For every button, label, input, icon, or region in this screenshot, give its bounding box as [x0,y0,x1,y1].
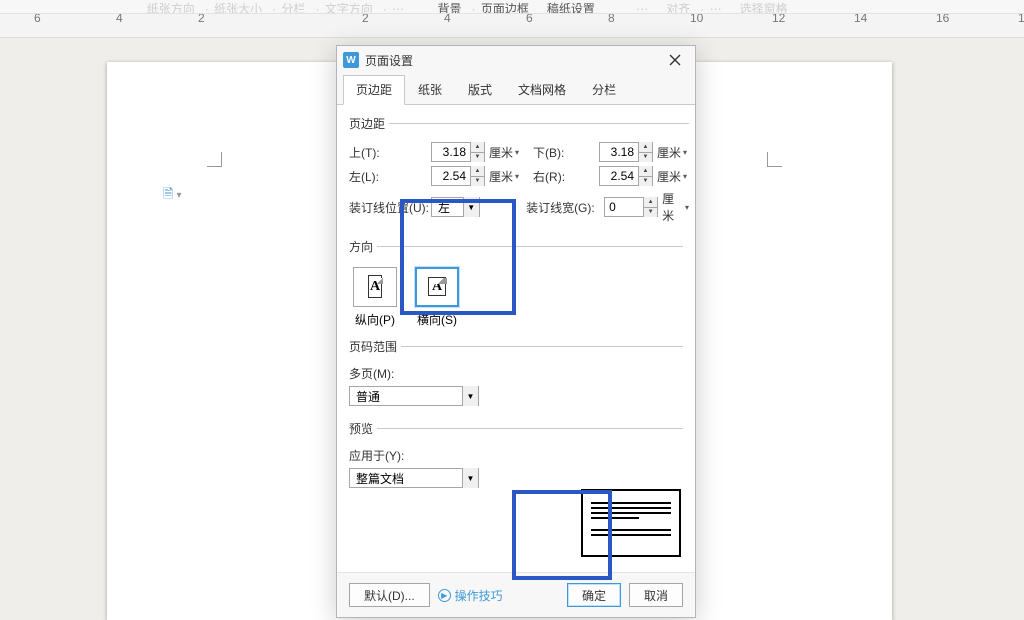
ribbon-item[interactable]: 背景 [437,2,461,14]
tab-layout[interactable]: 版式 [455,75,505,105]
unit-select[interactable]: 厘米▾ [662,190,689,224]
top-label: 上(T): [349,144,431,161]
bottom-input[interactable] [600,143,638,161]
dialog-title: 页面设置 [365,52,659,69]
ribbon-item[interactable]: 选择窗格 [740,2,788,14]
gutter-width-spin[interactable]: ▲▼ [604,197,658,217]
bottom-label: 下(B): [533,144,599,161]
margins-group: 页边距 上(T): ▲▼ 厘米▾ 下(B): ▲▼ 厘米▾ 左(L): ▲▼ 厘… [349,115,689,236]
chevron-down-icon: ▼ [463,197,479,217]
group-title: 方向 [349,238,377,255]
ribbon-item[interactable]: 稿纸设置 [547,2,595,14]
right-input[interactable] [600,167,638,185]
default-button[interactable]: 默认(D)... [349,583,430,607]
left-spin[interactable]: ▲▼ [431,166,485,186]
right-label: 右(R): [533,168,599,185]
spin-down-icon[interactable]: ▼ [644,208,657,218]
ribbon-item[interactable]: 分栏 [281,2,305,14]
group-title: 预览 [349,420,377,437]
bottom-spin[interactable]: ▲▼ [599,142,653,162]
right-spin[interactable]: ▲▼ [599,166,653,186]
spin-up-icon[interactable]: ▲ [639,166,652,177]
spin-down-icon[interactable]: ▼ [471,177,484,187]
cancel-button[interactable]: 取消 [629,583,683,607]
ok-button[interactable]: 确定 [567,583,621,607]
group-title: 页码范围 [349,338,401,355]
top-spin[interactable]: ▲▼ [431,142,485,162]
dialog-titlebar[interactable]: W 页面设置 [337,46,695,74]
dialog-tabs: 页边距 纸张 版式 文档网格 分栏 [337,74,695,105]
orientation-group: 方向 A 纵向(P) A 横向(S) [349,238,683,336]
page-setup-dialog: W 页面设置 页边距 纸张 版式 文档网格 分栏 页边距 上(T): ▲▼ 厘米… [336,45,696,618]
preview-thumbnail [581,489,681,557]
spin-up-icon[interactable]: ▲ [639,142,652,153]
horizontal-ruler: 6422468101214161820222426283032343638404… [0,14,1024,38]
play-icon: ▶ [438,589,451,602]
app-icon: W [343,52,359,68]
tab-columns[interactable]: 分栏 [579,75,629,105]
multipage-label: 多页(M): [349,365,431,382]
spin-up-icon[interactable]: ▲ [471,166,484,177]
tips-link[interactable]: ▶操作技巧 [438,587,503,604]
gutter-width-input[interactable] [605,198,643,216]
orientation-landscape[interactable]: A 横向(S) [415,267,459,328]
chevron-down-icon: ▼ [462,468,478,488]
unit-select[interactable]: 厘米▾ [657,168,687,185]
margin-corner-icon [207,152,222,167]
ribbon-item[interactable]: 纸张方向 [147,2,195,14]
left-input[interactable] [432,167,470,185]
spin-down-icon[interactable]: ▼ [639,153,652,163]
margin-corner-icon [767,152,782,167]
top-input[interactable] [432,143,470,161]
ribbon-item[interactable]: 纸张大小 [214,2,262,14]
group-title: 页边距 [349,115,389,132]
spin-up-icon[interactable]: ▲ [471,142,484,153]
ribbon-item[interactable]: 文字方向 [325,2,373,14]
ribbon-item[interactable]: 对齐 [666,2,690,14]
ribbon-item[interactable]: 页面边框 [481,2,529,14]
close-button[interactable] [659,48,691,72]
left-label: 左(L): [349,168,431,185]
chevron-down-icon: ▼ [462,386,478,406]
tab-grid[interactable]: 文档网格 [505,75,579,105]
gutter-width-label: 装订线宽(G): [526,199,604,216]
gutter-pos-label: 装订线位置(U): [349,199,431,216]
page-range-group: 页码范围 多页(M): 普通▼ [349,338,683,418]
apply-to-label: 应用于(Y): [349,447,431,464]
tab-margins[interactable]: 页边距 [343,75,405,105]
spin-up-icon[interactable]: ▲ [644,197,657,208]
ribbon-fragment: 纸张方向· 纸张大小· 分栏· 文字方向· ⋯ 背景· 页面边框 稿纸设置 ⋯ … [0,0,1024,14]
unit-select[interactable]: 厘米▾ [489,168,519,185]
page-indicator-icon[interactable]: 🗎▾ [163,185,181,207]
gutter-pos-select[interactable]: 左▼ [431,197,480,217]
unit-select[interactable]: 厘米▾ [489,144,519,161]
dialog-footer: 默认(D)... ▶操作技巧 确定 取消 [337,572,695,617]
multipage-select[interactable]: 普通▼ [349,386,479,406]
orientation-portrait[interactable]: A 纵向(P) [353,267,397,328]
tab-paper[interactable]: 纸张 [405,75,455,105]
spin-down-icon[interactable]: ▼ [639,177,652,187]
apply-to-select[interactable]: 整篇文档▼ [349,468,479,488]
unit-select[interactable]: 厘米▾ [657,144,687,161]
spin-down-icon[interactable]: ▼ [471,153,484,163]
